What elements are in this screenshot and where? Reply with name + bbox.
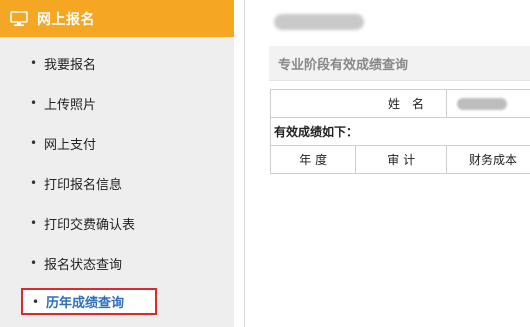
bullet: • [30, 56, 38, 70]
sidebar-item-label: 上传照片 [44, 97, 97, 113]
sidebar-item-print-payment-confirmation[interactable]: • 打印交费确认表 [30, 212, 135, 234]
section-title-bar: 专业阶段有效成绩查询 [269, 46, 530, 81]
bullet: • [30, 216, 38, 230]
sidebar-item-registration-status[interactable]: • 报名状态查询 [30, 252, 122, 274]
name-value [446, 89, 530, 118]
score-table: 姓名 有效成绩如下： 年 度 审 计 财务成本 [269, 89, 530, 174]
column-header-audit: 审 计 [355, 145, 447, 174]
bullet: • [30, 256, 38, 270]
sidebar-item-past-scores[interactable]: • 历年成绩查询 [21, 288, 157, 315]
monitor-icon [10, 10, 28, 27]
sidebar-item-print-registration[interactable]: • 打印报名信息 [30, 172, 122, 194]
sidebar-item-upload-photo[interactable]: • 上传照片 [30, 92, 96, 114]
sidebar-item-label: 我要报名 [44, 57, 97, 73]
redacted-name [457, 98, 507, 110]
sidebar-header-title: 网上报名 [37, 11, 95, 28]
valid-scores-label: 有效成绩如下： [270, 117, 530, 146]
sidebar-item-label: 网上支付 [44, 137, 97, 153]
sidebar-item-label: 打印交费确认表 [44, 217, 136, 233]
column-header-year: 年 度 [269, 145, 357, 174]
sidebar-item-online-payment[interactable]: • 网上支付 [30, 132, 96, 154]
column-header-financial-cost: 财务成本 [446, 145, 530, 174]
sidebar: 网上报名 • 我要报名 • 上传照片 • 网上支付 • 打印报名信息 • 打印交… [0, 0, 234, 327]
table-header-row: 年 度 审 计 财务成本 [269, 145, 530, 174]
sidebar-header: 网上报名 [0, 0, 234, 37]
bullet: • [30, 136, 38, 150]
bullet: • [30, 176, 38, 190]
sidebar-item-label: 历年成绩查询 [46, 296, 125, 311]
sidebar-item-label: 报名状态查询 [44, 257, 123, 273]
table-row: 有效成绩如下： [270, 117, 530, 146]
vertical-divider [244, 0, 245, 327]
redacted-username [274, 14, 364, 30]
sidebar-item-apply[interactable]: • 我要报名 [30, 52, 96, 74]
bullet: • [32, 294, 40, 309]
section-title: 专业阶段有效成绩查询 [278, 57, 409, 73]
table-row: 姓名 [270, 89, 530, 118]
sidebar-item-label: 打印报名信息 [44, 177, 123, 193]
name-label: 姓名 [270, 89, 447, 118]
bullet: • [30, 96, 38, 110]
